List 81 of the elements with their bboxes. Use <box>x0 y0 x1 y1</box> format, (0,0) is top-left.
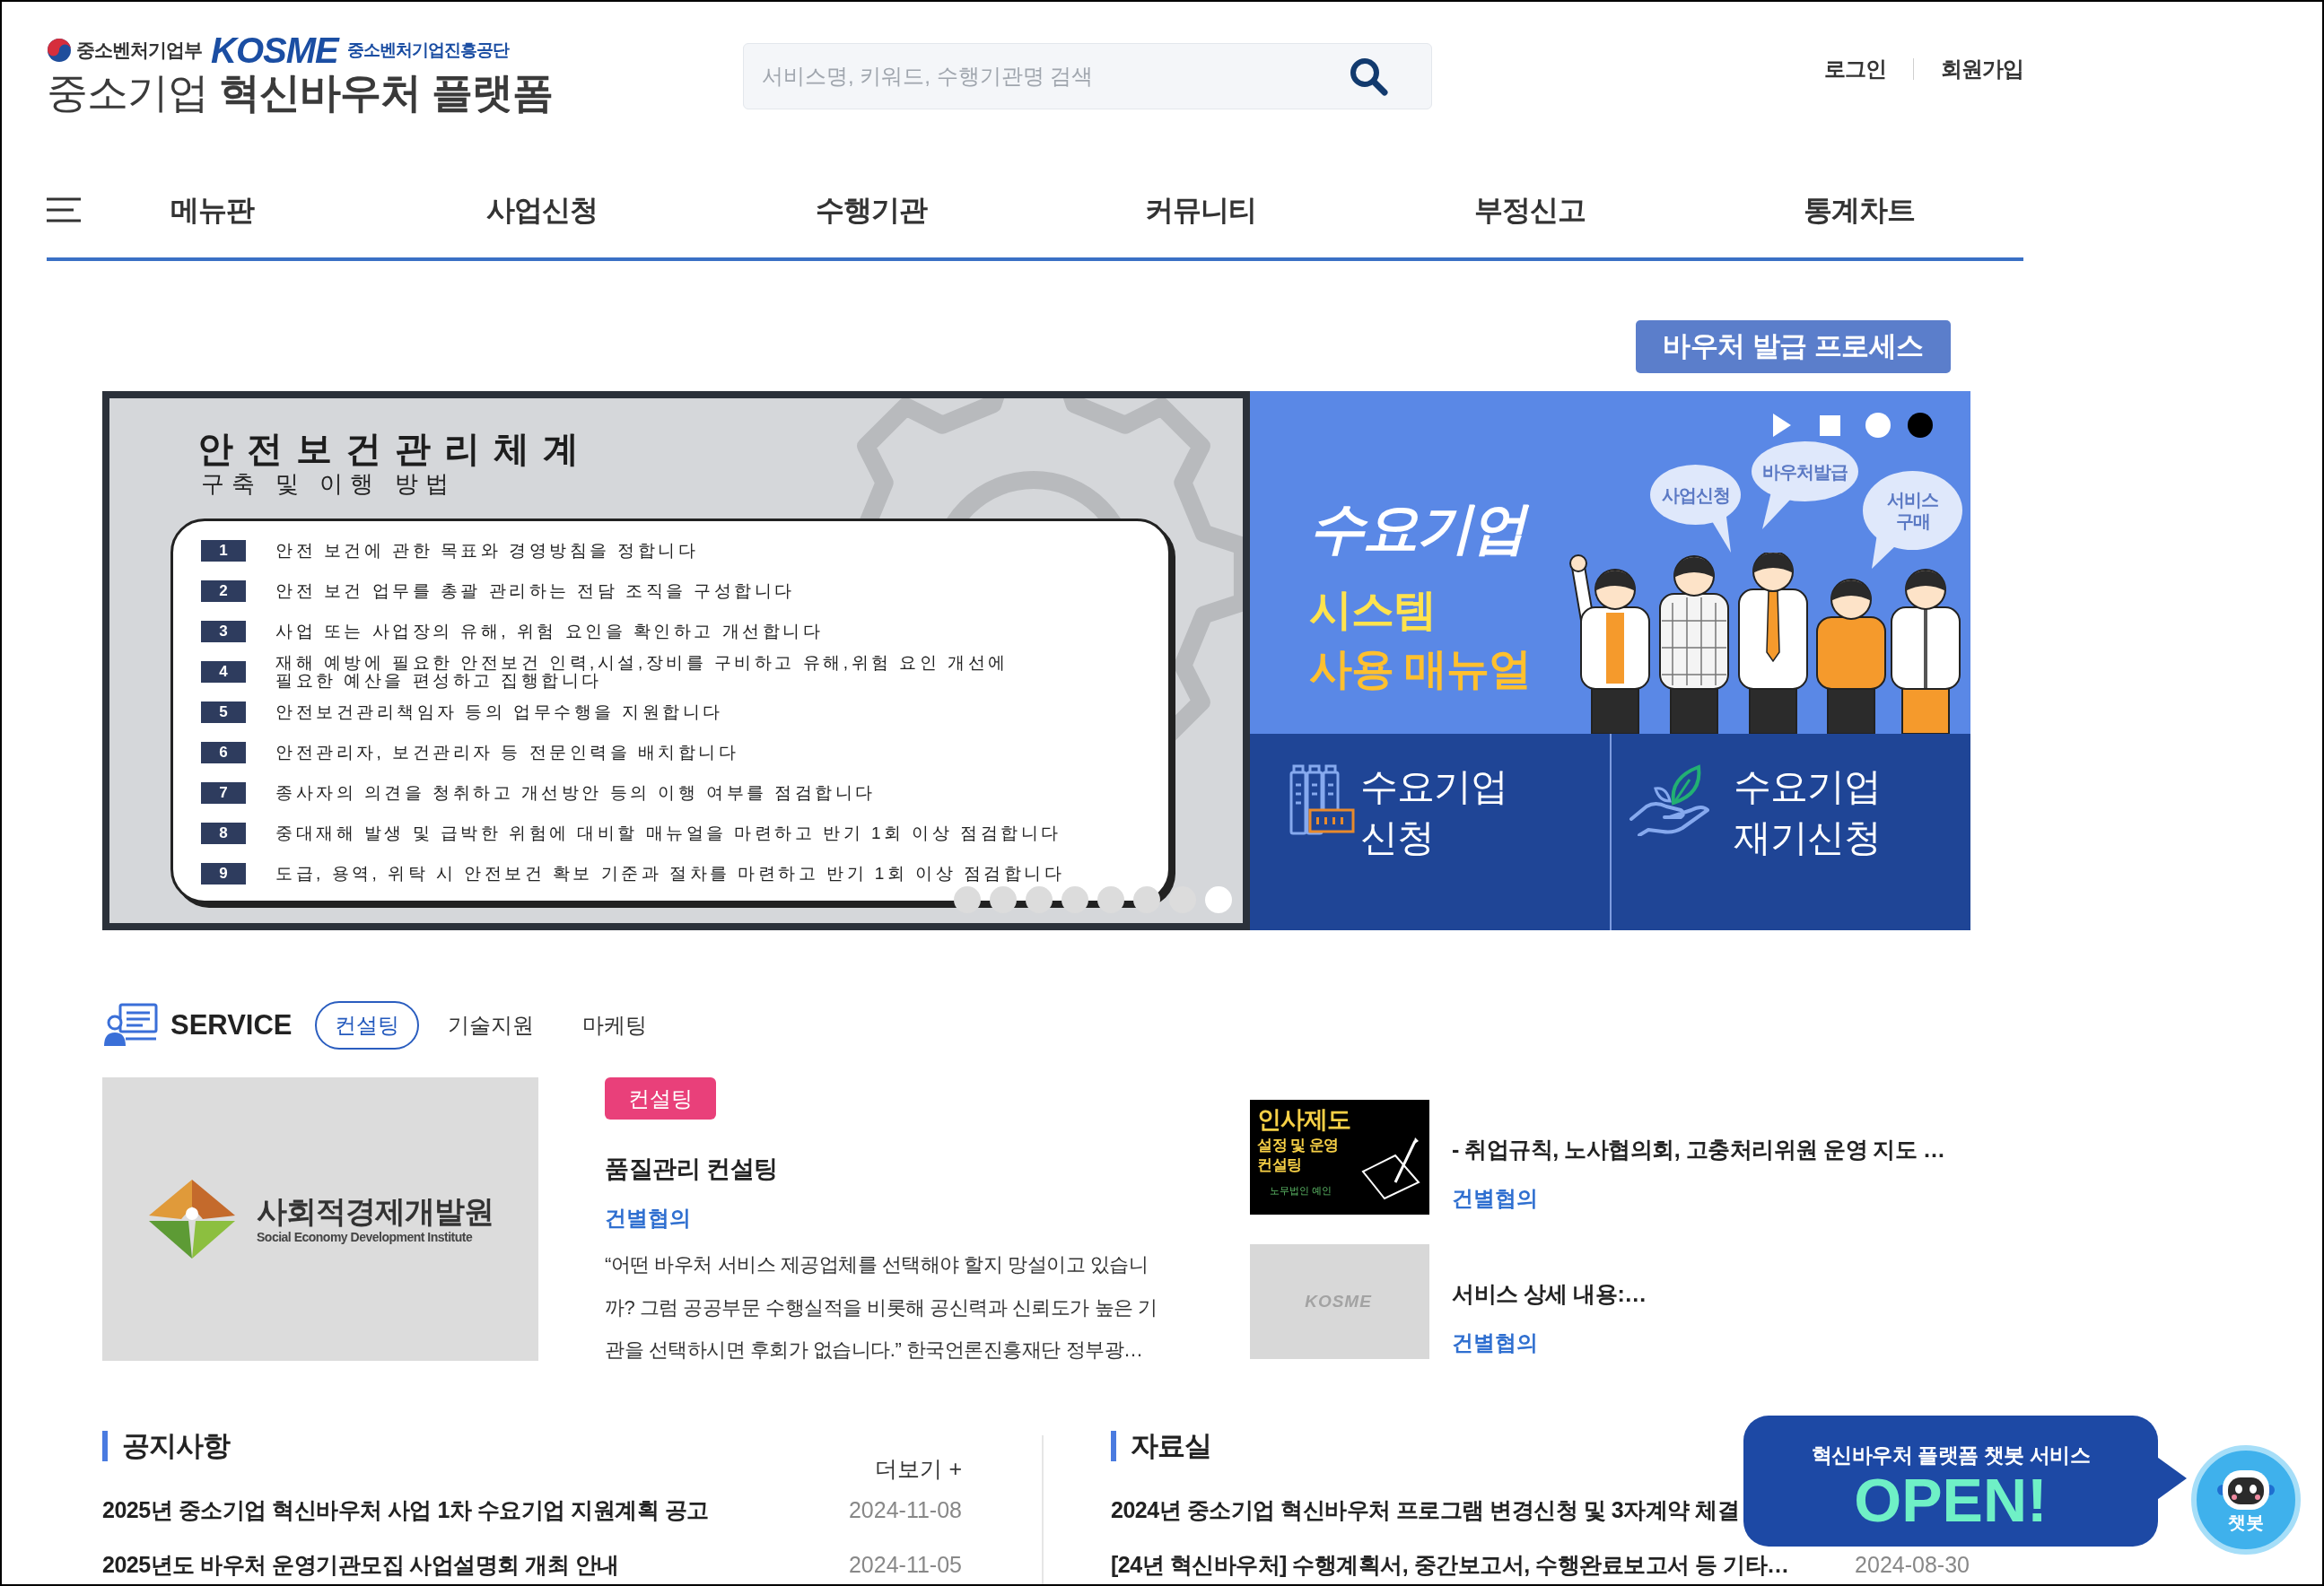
organization-name: 사회적경제개발원 <box>257 1193 494 1229</box>
step-number: 6 <box>201 741 246 763</box>
menu-icon[interactable] <box>47 196 81 223</box>
step-text: 안전보건관리책임자 등의 업무수행을 지원합니다 <box>275 702 723 721</box>
header-link[interactable]: 회원가입 <box>1941 56 2023 83</box>
search-field[interactable]: 서비스명, 키워드, 수행기관명 검색 <box>743 43 1432 109</box>
agency-logo: KOSME <box>211 31 341 69</box>
step-number: 8 <box>201 822 246 844</box>
section-title: 자료실 <box>1111 1430 1211 1461</box>
service-title[interactable]: - 취업규칙, 노사협의회, 고충처리위원 운영 지도 … <box>1452 1133 1945 1165</box>
step-number: 5 <box>201 701 246 723</box>
poster-subtitle: 설정 및 운영 컨설팅 <box>1257 1136 1339 1175</box>
step-text: 안전 보건에 관한 목표와 경영방침을 정합니다 <box>275 541 699 560</box>
category-badge: 컨설팅 <box>605 1077 716 1120</box>
agency-name: 중소벤처기업진흥공단 <box>346 39 509 61</box>
promo-headline: 수요기업 <box>1309 494 1537 562</box>
slide-title: 안전보건관리체계 <box>197 428 592 470</box>
service-title[interactable]: 품질관리 컨설팅 <box>605 1151 778 1187</box>
nav-link[interactable]: 통계차트 <box>1803 191 1915 228</box>
service-description: “어떤 바우처 서비스 제공업체를 선택해야 할지 망설이고 있습니까? 그럼 공공부문 수행실적을 비롯해 공신력과 신뢰도가 높은 기관을 선택하시면 후회가 없습니다.” 한국언론진흥재단 정부광… <box>605 1252 1158 1363</box>
person-at-computer-icon <box>102 1003 158 1048</box>
step-number: 3 <box>201 620 246 642</box>
poster-title: 인사제도 <box>1257 1105 1350 1134</box>
play-icon[interactable] <box>1773 414 1791 437</box>
nav-link[interactable]: 메뉴판 <box>170 191 254 228</box>
nav-link[interactable]: 부정신고 <box>1473 191 1586 228</box>
section-title: 공지사항 <box>102 1430 230 1461</box>
slide-subtitle: 구축 및 이행 방법 <box>201 470 456 497</box>
popup-caption: 혁신바우처 플랫폼 챗봇 서비스 <box>1811 1442 2091 1468</box>
service-title[interactable]: 서비스 상세 내용:… <box>1452 1277 1647 1310</box>
step-text: 사업 또는 사업장의 유해, 위험 요인을 확인하고 개선합니다 <box>275 622 824 640</box>
pen-and-paper-icon <box>1359 1136 1422 1200</box>
post-date: 2024-11-05 <box>848 1551 962 1578</box>
hand-leaf-icon <box>1629 763 1712 836</box>
organization-subtitle: Social Economy Development Institute <box>257 1229 474 1245</box>
post-link[interactable]: 2025년도 바우처 운영기관모집 사업설명회 개최 안내 <box>102 1551 619 1578</box>
promo-line: 시스템 <box>1309 585 1436 635</box>
step-number: 4 <box>201 660 246 683</box>
post-date: 2024-08-30 <box>1855 1551 1970 1578</box>
step-number: 1 <box>201 539 246 562</box>
apply-tile[interactable]: 수요기업 신청 <box>1250 734 1610 930</box>
step-text: 중대재해 발생 및 급박한 위험에 대비할 매뉴얼을 마련하고 반기 1회 이상 점검합니다 <box>275 824 1062 842</box>
step-text: 안전관리자, 보건관리자 등 전문인력을 배치합니다 <box>275 743 739 762</box>
popup-headline: OPEN! <box>1854 1468 2048 1532</box>
ministry-name: 중소벤처기업부 <box>76 39 202 62</box>
post-link[interactable]: [24년 혁신바우처] 수행계획서, 중간보고서, 수행완료보고서 등 기타… <box>1111 1551 1789 1578</box>
step-number: 9 <box>201 862 246 884</box>
more-link[interactable]: 더보기 + <box>875 1453 962 1483</box>
service-price: 건별협의 <box>1452 1329 1538 1356</box>
step-text: 도급, 용역, 위탁 시 안전보건 확보 기준과 절차를 마련하고 반기 1회 이상 점검합니다 <box>275 864 1065 883</box>
category-tab[interactable]: 기술지원 <box>427 1001 554 1050</box>
post-date: 2024-11-08 <box>848 1496 962 1523</box>
category-tab[interactable]: 컨설팅 <box>314 1001 419 1050</box>
stop-icon[interactable] <box>1820 414 1840 436</box>
emblem-icon <box>47 38 72 63</box>
step-text: 안전 보건 업무를 총괄 관리하는 전담 조직을 구성합니다 <box>275 581 795 600</box>
service-price: 건별협의 <box>605 1205 691 1232</box>
search-icon[interactable] <box>1348 56 1389 97</box>
section-title: SERVICE <box>170 1008 293 1042</box>
step-number: 7 <box>201 781 246 804</box>
post-link[interactable]: 2024년 중소기업 혁신바우처 프로그램 변경신청 및 3자계약 체결 <box>1111 1496 1740 1523</box>
poster-footer: 노무법인 예인 <box>1270 1184 1332 1197</box>
step-text: 재해 예방에 필요한 안전보건 인력,시설,장비를 구비하고 유해,위험 요인 개선에 필요한 예산을 편성하고 집행합니다 <box>275 653 1009 690</box>
nav-link[interactable]: 사업신청 <box>485 191 598 228</box>
promo-line: 사용 매뉴얼 <box>1309 644 1532 694</box>
bubble-label: 바우처발급 <box>1762 460 1848 483</box>
nav-link[interactable]: 수행기관 <box>815 191 927 228</box>
step-number: 2 <box>201 580 246 602</box>
factory-icon <box>1289 763 1356 835</box>
site-title[interactable]: 중소기업 혁신바우처 플랫폼 <box>47 66 553 118</box>
bubble-label: 사업신청 <box>1661 484 1730 506</box>
organization-logo-icon <box>147 1180 237 1259</box>
bubble-label: 서비스 구매 <box>1887 489 1938 532</box>
post-link[interactable]: 2025년 중소기업 혁신바우처 사업 1차 수요기업 지원계획 공고 <box>102 1496 709 1523</box>
service-price: 건별협의 <box>1452 1185 1538 1212</box>
category-tab[interactable]: 마케팅 <box>562 1001 667 1050</box>
nav-link[interactable]: 커뮤니티 <box>1144 191 1256 228</box>
apply-tile[interactable]: 수요기업 재기신청 <box>1610 734 1970 930</box>
header-link[interactable]: 로그인 <box>1824 56 1886 83</box>
process-button[interactable]: 바우처 발급 프로세스 <box>1636 320 1951 373</box>
step-text: 종사자의 의견을 청취하고 개선방안 등의 이행 여부를 점검합니다 <box>275 783 876 802</box>
